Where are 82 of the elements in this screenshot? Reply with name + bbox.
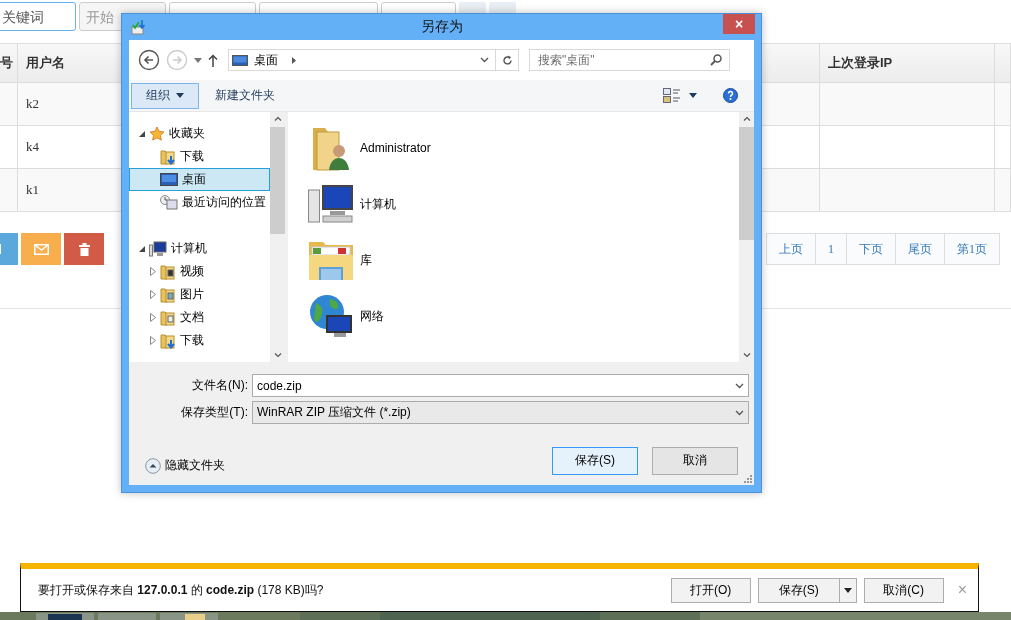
file-type-label: 保存类型(T): bbox=[180, 404, 249, 421]
dialog-button[interactable]: 保存(S) bbox=[552, 446, 638, 475]
scroll-up-icon[interactable] bbox=[273, 116, 282, 121]
column-header: 号 bbox=[0, 44, 18, 82]
star-icon bbox=[149, 125, 165, 142]
nav-item[interactable]: 下载 bbox=[129, 329, 270, 352]
new-folder-button[interactable]: 新建文件夹 bbox=[213, 87, 277, 104]
folder-icon bbox=[160, 286, 176, 303]
chevron-down-icon[interactable] bbox=[480, 57, 489, 63]
download-folder-icon bbox=[160, 148, 176, 165]
page-link[interactable]: 下页 bbox=[846, 233, 896, 265]
desktop-icon bbox=[232, 54, 248, 66]
nav-item[interactable]: 文档 bbox=[129, 306, 270, 329]
view-options-icon[interactable] bbox=[663, 87, 681, 104]
address-bar[interactable]: 桌面 bbox=[228, 49, 519, 71]
trash-icon bbox=[78, 242, 90, 256]
dialog-title: 另存为 bbox=[420, 18, 463, 34]
back-icon[interactable] bbox=[138, 49, 160, 71]
file-item[interactable]: 计算机 bbox=[308, 176, 739, 232]
scrollbar[interactable] bbox=[270, 112, 285, 362]
folder-icon bbox=[160, 309, 176, 326]
nav-item[interactable]: 图片 bbox=[129, 283, 270, 306]
file-item[interactable]: 库 bbox=[308, 232, 739, 288]
up-icon[interactable] bbox=[208, 53, 218, 67]
keyword-field[interactable]: 关键词 bbox=[0, 2, 76, 31]
download-button[interactable]: 取消(C) bbox=[863, 577, 944, 603]
scrollbar[interactable] bbox=[739, 112, 754, 362]
folder-icon bbox=[160, 263, 176, 280]
dialog-button[interactable]: 取消 bbox=[652, 446, 738, 475]
download-folder-icon bbox=[160, 332, 176, 349]
caret-icon bbox=[176, 93, 184, 98]
file-item[interactable]: Administrator bbox=[308, 120, 739, 176]
page-link[interactable]: 1 bbox=[815, 233, 847, 265]
computer-icon bbox=[308, 184, 354, 224]
search-field[interactable]: 搜索"桌面" bbox=[529, 49, 730, 71]
delete-button[interactable] bbox=[64, 233, 104, 265]
refresh-icon bbox=[501, 54, 513, 66]
download-message: 要打开或保存来自 127.0.0.1 的 code.zip (178 KB)吗? bbox=[38, 581, 324, 599]
network-icon bbox=[308, 293, 354, 339]
nav-item[interactable]: 桌面 bbox=[129, 168, 270, 191]
desktop-icon bbox=[160, 173, 178, 186]
collapse-icon bbox=[145, 457, 161, 474]
nav-item[interactable]: 视频 bbox=[129, 260, 270, 283]
download-button[interactable]: 打开(O) bbox=[670, 577, 751, 603]
caret-icon bbox=[843, 587, 852, 593]
resize-grip-icon[interactable] bbox=[744, 475, 752, 483]
file-name-field[interactable]: code.zip bbox=[252, 374, 749, 397]
chevron-down-icon bbox=[735, 382, 744, 389]
nav-item[interactable]: 下载 bbox=[129, 145, 270, 168]
hide-folders-button[interactable]: 隐藏文件夹 bbox=[139, 456, 231, 475]
address-text: 桌面 bbox=[254, 51, 278, 69]
file-name-label: 文件名(N): bbox=[191, 377, 249, 394]
file-type-select[interactable]: WinRAR ZIP 压缩文件 (*.zip) bbox=[252, 401, 749, 424]
table-cell: k4 bbox=[26, 139, 39, 155]
organize-button[interactable]: 组织 bbox=[131, 82, 199, 109]
page-link[interactable]: 尾页 bbox=[895, 233, 945, 265]
nav-item[interactable]: 最近访问的位置 bbox=[129, 191, 270, 214]
nav-item[interactable]: 收藏夹 bbox=[129, 122, 270, 145]
close-button[interactable]: × bbox=[723, 14, 755, 34]
computer-icon bbox=[149, 240, 167, 257]
dropdown-icon[interactable] bbox=[194, 57, 202, 63]
table-cell: k1 bbox=[26, 182, 39, 198]
nav-item[interactable]: 计算机 bbox=[129, 237, 270, 260]
save-button[interactable]: 保存(S) bbox=[757, 577, 840, 603]
search-icon bbox=[710, 54, 722, 66]
page-link[interactable]: 第1页 bbox=[944, 233, 1000, 265]
recent-places-icon bbox=[160, 194, 178, 211]
mail-icon bbox=[33, 243, 49, 255]
page-link[interactable]: 上页 bbox=[766, 233, 816, 265]
column-header: 上次登录IP bbox=[820, 44, 995, 82]
breadcrumb-arrow-icon bbox=[292, 56, 296, 64]
save-icon bbox=[131, 19, 147, 35]
scroll-down-icon[interactable] bbox=[742, 353, 751, 358]
caret-icon[interactable] bbox=[689, 93, 697, 98]
expander-icon[interactable] bbox=[139, 245, 145, 252]
scroll-up-icon[interactable] bbox=[742, 116, 751, 121]
expander-icon[interactable] bbox=[139, 130, 145, 137]
scroll-down-icon[interactable] bbox=[273, 353, 282, 358]
file-item[interactable]: 网络 bbox=[308, 288, 739, 344]
help-icon[interactable] bbox=[723, 88, 738, 103]
chevron-down-icon bbox=[735, 409, 744, 416]
table-cell: k2 bbox=[26, 96, 39, 112]
